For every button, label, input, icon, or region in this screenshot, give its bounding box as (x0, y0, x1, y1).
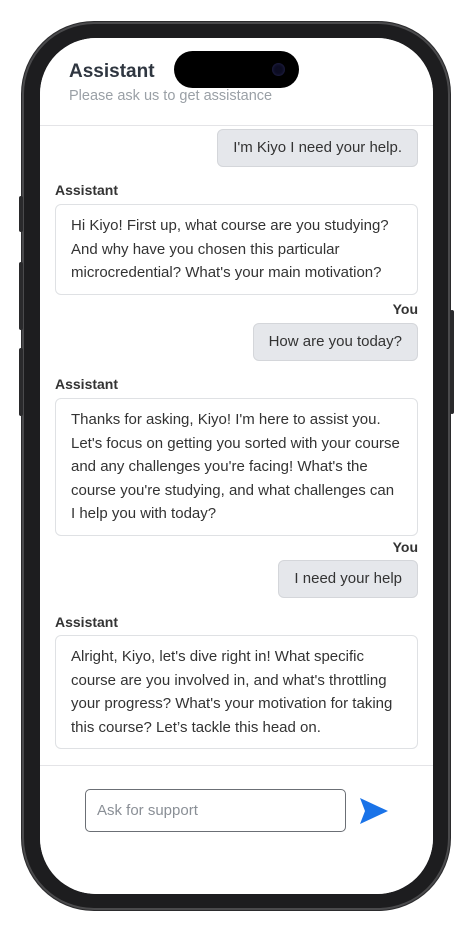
phone-screen: Assistant Please ask us to get assistanc… (40, 38, 433, 894)
assistant-sender-label: Assistant (55, 614, 119, 630)
action-button (19, 196, 23, 232)
user-sender-label: You (392, 539, 418, 555)
assistant-message-bubble: Alright, Kiyo, let's dive right in! What… (55, 635, 418, 749)
assistant-sender-label: Assistant (55, 376, 119, 392)
volume-up-button (19, 262, 23, 330)
dynamic-island (174, 51, 299, 88)
chat-messages[interactable]: I'm Kiyo I need your help. Assistant Hi … (40, 126, 433, 766)
support-input[interactable] (85, 789, 346, 832)
camera-icon (272, 63, 285, 76)
volume-down-button (19, 348, 23, 416)
assistant-message-bubble: Thanks for asking, Kiyo! I'm here to ass… (55, 398, 418, 536)
send-arrow-icon (360, 798, 388, 824)
send-button[interactable] (358, 796, 390, 826)
assistant-message-bubble: Hi Kiyo! First up, what course are you s… (55, 204, 418, 295)
page-title: Assistant (69, 61, 155, 82)
user-sender-label: You (392, 301, 418, 317)
user-message-bubble: I'm Kiyo I need your help. (217, 129, 418, 167)
page-subtitle: Please ask us to get assistance (69, 88, 273, 104)
user-message-bubble: I need your help (278, 560, 418, 598)
composer-bar (40, 765, 433, 894)
user-message-bubble: How are you today? (252, 323, 418, 361)
assistant-sender-label: Assistant (55, 182, 119, 198)
power-button (450, 310, 454, 414)
